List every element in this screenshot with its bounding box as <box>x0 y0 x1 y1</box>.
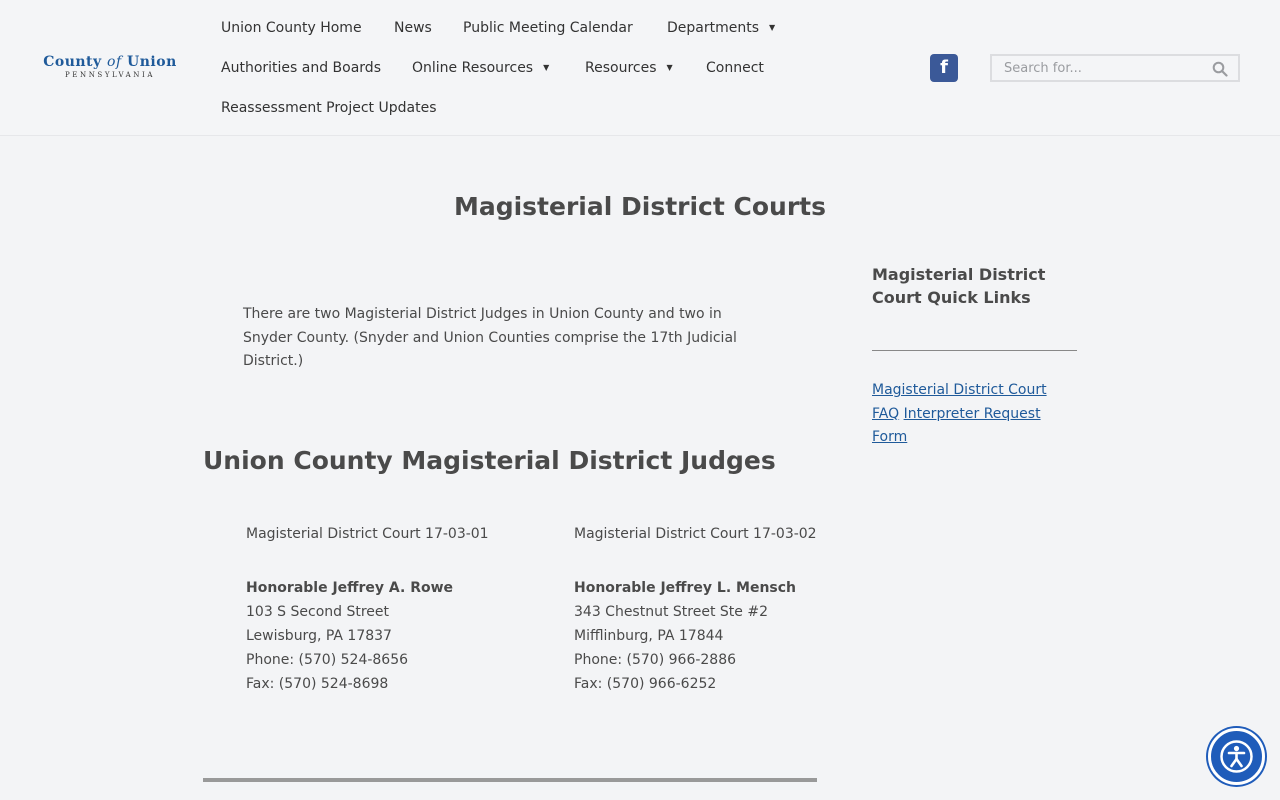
facebook-glyph: f <box>940 57 948 78</box>
nav-union-county-home[interactable]: Union County Home <box>221 18 362 38</box>
nav-departments[interactable]: Departments ▼ <box>667 18 775 38</box>
nav-label: Reassessment Project Updates <box>221 100 437 116</box>
nav-authorities-and-boards[interactable]: Authorities and Boards <box>221 58 381 78</box>
nav-resources[interactable]: Resources ▼ <box>585 58 673 78</box>
section-title: Union County Magisterial District Judges <box>203 446 776 475</box>
nav-label: Authorities and Boards <box>221 60 381 76</box>
judge-name: Honorable Jeffrey A. Rowe <box>246 580 454 596</box>
sidebar-title: Magisterial District Court Quick Links <box>872 265 1046 307</box>
nav-reassessment-project-updates[interactable]: Reassessment Project Updates <box>221 98 437 118</box>
court-name: Magisterial District Court 17-03-01 <box>246 526 489 542</box>
court-city: Mifflinburg, PA 17844 <box>574 628 724 644</box>
logo-subtitle: PENNSYLVANIA <box>64 71 156 79</box>
intro-paragraph: There are two Magisterial District Judge… <box>243 306 737 369</box>
logo-wordmark: County of Union <box>40 54 180 70</box>
search-icon[interactable] <box>1212 61 1228 77</box>
court-phone: Phone: (570) 966-2886 <box>574 652 737 668</box>
caret-down-icon: ▼ <box>769 23 776 32</box>
nav-label: Online Resources <box>412 60 534 76</box>
search-input[interactable] <box>992 56 1202 80</box>
nav-news[interactable]: News <box>394 18 432 38</box>
nav-label: News <box>394 20 432 36</box>
nav-connect[interactable]: Connect <box>706 58 764 78</box>
caret-down-icon: ▼ <box>543 63 550 72</box>
court-city: Lewisburg, PA 17837 <box>246 628 392 644</box>
search-box <box>990 54 1240 82</box>
court-street: 103 S Second Street <box>246 604 390 620</box>
court-card-17-03-01: Magisterial District Court 17-03-01 Hono… <box>246 522 546 696</box>
accessibility-button[interactable] <box>1208 728 1265 785</box>
nav-label: Union County Home <box>221 20 362 36</box>
nav-label: Public Meeting Calendar <box>463 20 633 36</box>
nav-public-meeting-calendar[interactable]: Public Meeting Calendar <box>463 18 633 38</box>
judge-name: Honorable Jeffrey L. Mensch <box>574 580 797 596</box>
site-header: County of Union PENNSYLVANIA Union Count… <box>0 0 1280 136</box>
facebook-icon[interactable]: f <box>930 54 958 82</box>
content-divider <box>203 778 817 782</box>
logo-text-county: County <box>43 54 102 70</box>
page-title: Magisterial District Courts <box>453 192 827 221</box>
sidebar-divider <box>872 350 1077 351</box>
court-name: Magisterial District Court 17-03-02 <box>574 526 817 542</box>
sidebar-links: Magisterial District Court FAQ Interpret… <box>872 379 1072 450</box>
nav-label: Departments <box>667 20 760 36</box>
court-fax: Fax: (570) 966-6252 <box>574 676 717 692</box>
court-phone: Phone: (570) 524-8656 <box>246 652 409 668</box>
court-fax: Fax: (570) 524-8698 <box>246 676 389 692</box>
caret-down-icon: ▼ <box>666 63 673 72</box>
court-street: 343 Chestnut Street Ste #2 <box>574 604 768 620</box>
logo-text-union: Union <box>127 54 177 70</box>
county-logo[interactable]: County of Union PENNSYLVANIA <box>40 54 180 84</box>
court-card-17-03-02: Magisterial District Court 17-03-02 Hono… <box>574 522 874 696</box>
nav-label: Resources <box>585 60 657 76</box>
accessibility-icon <box>1220 740 1253 773</box>
logo-text-of: of <box>107 54 122 70</box>
nav-online-resources[interactable]: Online Resources ▼ <box>412 58 549 78</box>
nav-label: Connect <box>706 60 764 76</box>
